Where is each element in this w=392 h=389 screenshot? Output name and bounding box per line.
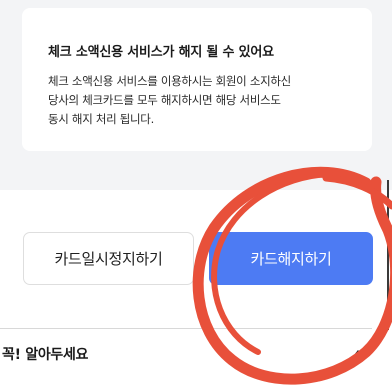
- cancel-card-button[interactable]: 카드해지하기: [209, 232, 373, 285]
- notice-body: 체크 소액신용 서비스를 이용하시는 회원이 소지하신 당사의 체크카드를 모두…: [48, 72, 354, 129]
- notice-line: 체크 소액신용 서비스를 이용하시는 회원이 소지하신: [48, 74, 291, 88]
- suspend-card-button-label: 카드일시정지하기: [54, 250, 163, 268]
- notice-line: 당사의 체크카드를 모두 해지하시면 해당 서비스도: [48, 93, 281, 107]
- caret-up-icon[interactable]: [354, 350, 362, 355]
- scrollbar-track[interactable]: [387, 180, 389, 330]
- suspend-card-button[interactable]: 카드일시정지하기: [23, 232, 194, 285]
- notice-line: 동시 해지 처리 됩니다.: [48, 112, 154, 126]
- cancel-card-button-label: 카드해지하기: [250, 250, 332, 268]
- notice-accordion-header[interactable]: 꼭! 알아두세요: [0, 329, 392, 389]
- accordion-title: 꼭! 알아두세요: [2, 347, 89, 363]
- notice-card: 체크 소액신용 서비스가 해지 될 수 있어요 체크 소액신용 서비스를 이용하…: [22, 8, 372, 151]
- notice-area: 체크 소액신용 서비스가 해지 될 수 있어요 체크 소액신용 서비스를 이용하…: [0, 0, 392, 190]
- notice-title: 체크 소액신용 서비스가 해지 될 수 있어요: [48, 45, 274, 60]
